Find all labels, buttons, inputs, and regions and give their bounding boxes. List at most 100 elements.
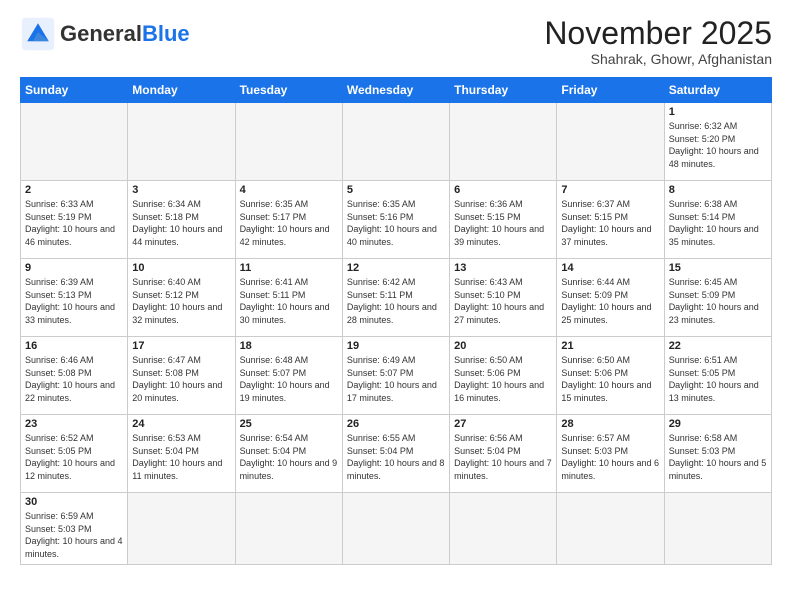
table-row: 6 Sunrise: 6:36 AM Sunset: 5:15 PM Daylig… [450, 181, 557, 259]
day-number: 29 [669, 418, 767, 430]
logo-icon [20, 16, 56, 52]
table-row: 9Sunrise: 6:39 AM Sunset: 5:13 PM Daylig… [21, 259, 128, 337]
table-row: 7Sunrise: 6:37 AM Sunset: 5:15 PM Daylig… [557, 181, 664, 259]
day-number: 17 [132, 340, 230, 352]
day-number: 13 [454, 262, 552, 274]
table-row: 16 Sunrise: 6:46 AM Sunset: 5:08 PM Dayli… [21, 337, 128, 415]
day-info: Sunrise: 6:32 AM Sunset: 5:20 PM Dayligh… [669, 120, 767, 170]
day-info: Sunrise: 6:59 AM Sunset: 5:03 PM Dayligh… [25, 510, 123, 560]
month-title: November 2025 [544, 16, 772, 51]
table-row: 10Sunrise: 6:40 AM Sunset: 5:12 PM Dayli… [128, 259, 235, 337]
table-row: 14 Sunrise: 6:44 AM Sunset: 5:09 PM Dayli… [557, 259, 664, 337]
day-number: 19 [347, 340, 445, 352]
day-info: Sunrise: 6:55 AM Sunset: 5:04 PM Dayligh… [347, 432, 445, 482]
col-monday: Monday [128, 78, 235, 103]
day-info: Sunrise: 6:41 AM Sunset: 5:11 PM Dayligh… [240, 276, 338, 326]
table-row [557, 493, 664, 564]
calendar-table: Sunday Monday Tuesday Wednesday Thursday… [20, 77, 772, 564]
day-number: 22 [669, 340, 767, 352]
table-row: 26 Sunrise: 6:55 AM Sunset: 5:04 PM Dayli… [342, 415, 449, 493]
day-info: Sunrise: 6:42 AM Sunset: 5:11 PM Dayligh… [347, 276, 445, 326]
table-row: 19 Sunrise: 6:49 AM Sunset: 5:07 PM Dayli… [342, 337, 449, 415]
day-info: Sunrise: 6:36 AM Sunset: 5:15 PM Dayligh… [454, 198, 552, 248]
day-number: 28 [561, 418, 659, 430]
table-row: 2 Sunrise: 6:33 AM Sunset: 5:19 PM Daylig… [21, 181, 128, 259]
table-row: 18 Sunrise: 6:48 AM Sunset: 5:07 PM Dayli… [235, 337, 342, 415]
day-number: 30 [25, 496, 123, 508]
table-row [21, 103, 128, 181]
col-wednesday: Wednesday [342, 78, 449, 103]
day-info: Sunrise: 6:46 AM Sunset: 5:08 PM Dayligh… [25, 354, 123, 404]
table-row: 15 Sunrise: 6:45 AM Sunset: 5:09 PM Dayli… [664, 259, 771, 337]
col-sunday: Sunday [21, 78, 128, 103]
day-info: Sunrise: 6:49 AM Sunset: 5:07 PM Dayligh… [347, 354, 445, 404]
day-number: 10 [132, 262, 230, 274]
day-number: 4 [240, 184, 338, 196]
table-row: 8Sunrise: 6:38 AM Sunset: 5:14 PM Daylig… [664, 181, 771, 259]
day-number: 20 [454, 340, 552, 352]
day-info: Sunrise: 6:35 AM Sunset: 5:16 PM Dayligh… [347, 198, 445, 248]
table-row: 4 Sunrise: 6:35 AM Sunset: 5:17 PM Daylig… [235, 181, 342, 259]
day-info: Sunrise: 6:44 AM Sunset: 5:09 PM Dayligh… [561, 276, 659, 326]
table-row [342, 493, 449, 564]
day-number: 1 [669, 106, 767, 118]
day-info: Sunrise: 6:37 AM Sunset: 5:15 PM Dayligh… [561, 198, 659, 248]
col-thursday: Thursday [450, 78, 557, 103]
day-info: Sunrise: 6:57 AM Sunset: 5:03 PM Dayligh… [561, 432, 659, 482]
table-row: 11 Sunrise: 6:41 AM Sunset: 5:11 PM Dayli… [235, 259, 342, 337]
table-row: 3 Sunrise: 6:34 AM Sunset: 5:18 PM Daylig… [128, 181, 235, 259]
day-info: Sunrise: 6:38 AM Sunset: 5:14 PM Dayligh… [669, 198, 767, 248]
table-row: 17Sunrise: 6:47 AM Sunset: 5:08 PM Dayli… [128, 337, 235, 415]
day-info: Sunrise: 6:35 AM Sunset: 5:17 PM Dayligh… [240, 198, 338, 248]
day-info: Sunrise: 6:33 AM Sunset: 5:19 PM Dayligh… [25, 198, 123, 248]
page: GeneralBlue November 2025 Shahrak, Ghowr… [0, 0, 792, 575]
table-row: 12Sunrise: 6:42 AM Sunset: 5:11 PM Dayli… [342, 259, 449, 337]
day-number: 5 [347, 184, 445, 196]
table-row: 20 Sunrise: 6:50 AM Sunset: 5:06 PM Dayli… [450, 337, 557, 415]
logo: GeneralBlue [20, 16, 190, 52]
table-row: 13 Sunrise: 6:43 AM Sunset: 5:10 PM Dayli… [450, 259, 557, 337]
day-number: 18 [240, 340, 338, 352]
table-row [450, 103, 557, 181]
col-saturday: Saturday [664, 78, 771, 103]
day-info: Sunrise: 6:50 AM Sunset: 5:06 PM Dayligh… [561, 354, 659, 404]
day-number: 11 [240, 262, 338, 274]
day-info: Sunrise: 6:45 AM Sunset: 5:09 PM Dayligh… [669, 276, 767, 326]
day-number: 16 [25, 340, 123, 352]
day-number: 25 [240, 418, 338, 430]
day-number: 24 [132, 418, 230, 430]
day-number: 26 [347, 418, 445, 430]
table-row [342, 103, 449, 181]
day-info: Sunrise: 6:54 AM Sunset: 5:04 PM Dayligh… [240, 432, 338, 482]
day-number: 3 [132, 184, 230, 196]
table-row: 22 Sunrise: 6:51 AM Sunset: 5:05 PM Dayli… [664, 337, 771, 415]
title-block: November 2025 Shahrak, Ghowr, Afghanista… [544, 16, 772, 67]
subtitle: Shahrak, Ghowr, Afghanistan [544, 51, 772, 67]
day-info: Sunrise: 6:34 AM Sunset: 5:18 PM Dayligh… [132, 198, 230, 248]
day-number: 27 [454, 418, 552, 430]
day-info: Sunrise: 6:58 AM Sunset: 5:03 PM Dayligh… [669, 432, 767, 482]
day-info: Sunrise: 6:50 AM Sunset: 5:06 PM Dayligh… [454, 354, 552, 404]
table-row: 5 Sunrise: 6:35 AM Sunset: 5:16 PM Daylig… [342, 181, 449, 259]
table-row: 24 Sunrise: 6:53 AM Sunset: 5:04 PM Dayli… [128, 415, 235, 493]
day-info: Sunrise: 6:48 AM Sunset: 5:07 PM Dayligh… [240, 354, 338, 404]
table-row: 25 Sunrise: 6:54 AM Sunset: 5:04 PM Dayli… [235, 415, 342, 493]
day-number: 6 [454, 184, 552, 196]
day-number: 21 [561, 340, 659, 352]
table-row: 23Sunrise: 6:52 AM Sunset: 5:05 PM Dayli… [21, 415, 128, 493]
table-row [235, 493, 342, 564]
table-row: 1 Sunrise: 6:32 AM Sunset: 5:20 PM Daylig… [664, 103, 771, 181]
table-row: 28 Sunrise: 6:57 AM Sunset: 5:03 PM Dayli… [557, 415, 664, 493]
day-number: 15 [669, 262, 767, 274]
day-info: Sunrise: 6:39 AM Sunset: 5:13 PM Dayligh… [25, 276, 123, 326]
day-info: Sunrise: 6:51 AM Sunset: 5:05 PM Dayligh… [669, 354, 767, 404]
day-info: Sunrise: 6:53 AM Sunset: 5:04 PM Dayligh… [132, 432, 230, 482]
table-row [128, 493, 235, 564]
day-number: 23 [25, 418, 123, 430]
day-info: Sunrise: 6:56 AM Sunset: 5:04 PM Dayligh… [454, 432, 552, 482]
day-number: 2 [25, 184, 123, 196]
table-row [557, 103, 664, 181]
col-tuesday: Tuesday [235, 78, 342, 103]
day-info: Sunrise: 6:43 AM Sunset: 5:10 PM Dayligh… [454, 276, 552, 326]
day-number: 14 [561, 262, 659, 274]
